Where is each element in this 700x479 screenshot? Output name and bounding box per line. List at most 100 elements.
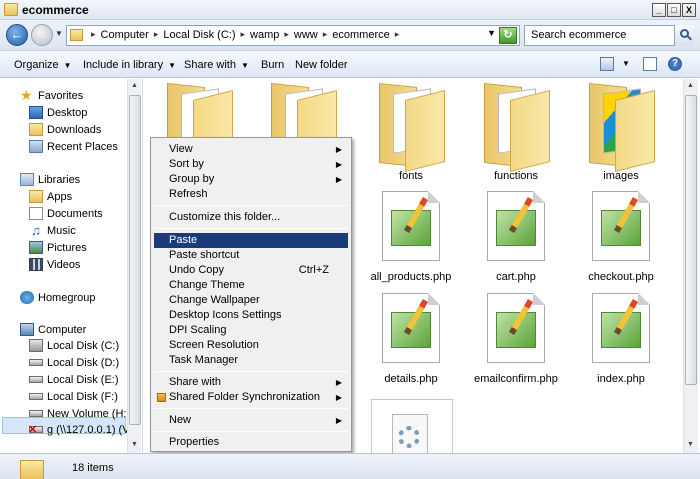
file-item-cart[interactable]: cart.php — [466, 189, 566, 287]
menu-item-customize[interactable]: Customize this folder... — [154, 210, 348, 225]
search-input[interactable]: Search ecommerce — [524, 25, 694, 46]
navigation-scrollbar[interactable]: ▲ ▼ — [127, 79, 141, 453]
folder-item-label: functions — [493, 170, 539, 182]
file-item-index[interactable]: index.php — [571, 291, 671, 389]
chevron-right-icon[interactable]: ▸ — [154, 29, 159, 41]
help-icon[interactable]: ? — [668, 57, 682, 71]
breadcrumb: ▸ Computer ▸ Local Disk (C:) ▸ wamp ▸ ww… — [89, 29, 401, 41]
recent-pages-dropdown[interactable]: ▼ — [55, 29, 63, 38]
nav-drive-d-label: Local Disk (D:) — [47, 357, 120, 369]
address-field[interactable]: ▸ Computer ▸ Local Disk (C:) ▸ wamp ▸ ww… — [66, 25, 520, 46]
file-item-label: cart.php — [496, 271, 536, 283]
folder-icon — [29, 190, 43, 203]
menu-item-undo-copy[interactable]: Undo Copy Ctrl+Z — [154, 263, 348, 278]
desktop-icon — [29, 106, 43, 119]
refresh-icon[interactable]: ↻ — [499, 27, 517, 44]
chevron-right-icon: ▶ — [335, 175, 342, 184]
change-view-icon[interactable] — [600, 57, 614, 71]
scrollbar-thumb[interactable] — [685, 95, 697, 385]
menu-item-paste[interactable]: Paste — [154, 233, 348, 248]
scroll-down-icon[interactable]: ▼ — [131, 441, 138, 448]
menu-item-change-theme[interactable]: Change Theme — [154, 278, 348, 293]
folder-item-images[interactable]: images — [571, 83, 671, 183]
menu-item-new[interactable]: New ▶ — [154, 413, 348, 428]
php-file-icon — [592, 293, 650, 363]
chevron-down-icon: ▼ — [168, 61, 177, 70]
folder-item-fonts[interactable]: fonts — [361, 83, 461, 183]
preview-pane-icon[interactable] — [643, 57, 657, 71]
drive-icon — [29, 359, 43, 366]
menu-divider — [154, 408, 348, 409]
menu-item-sort-by[interactable]: Sort by ▶ — [154, 157, 348, 172]
menu-item-change-wallpaper[interactable]: Change Wallpaper — [154, 293, 348, 308]
menu-item-group-by[interactable]: Group by ▶ — [154, 172, 348, 187]
disconnected-drive-icon: ✕ — [28, 424, 43, 436]
file-item-checkout[interactable]: checkout.php — [571, 189, 671, 287]
window-title: ecommerce — [22, 3, 89, 17]
chevron-right-icon[interactable]: ▸ — [395, 29, 400, 41]
nav-recent-places-label: Recent Places — [47, 141, 118, 153]
config-file-icon[interactable] — [371, 399, 453, 458]
forward-button[interactable]: → — [31, 24, 53, 46]
new-folder-button[interactable]: New folder — [295, 59, 348, 71]
menu-item-share-with[interactable]: Share with ▶ — [154, 375, 348, 390]
nav-libraries-label: Libraries — [38, 174, 81, 186]
menu-item-view[interactable]: View ▶ — [154, 142, 348, 157]
menu-item-properties[interactable]: Properties — [154, 435, 348, 450]
chevron-right-icon[interactable]: ▸ — [91, 29, 96, 41]
chevron-right-icon[interactable]: ▸ — [323, 29, 328, 41]
menu-item-task-manager[interactable]: Task Manager — [154, 353, 348, 368]
menu-item-label: Sort by — [169, 158, 204, 170]
breadcrumb-computer[interactable]: Computer — [101, 29, 149, 41]
content-scrollbar[interactable]: ▲ ▼ — [683, 79, 698, 453]
close-button[interactable]: X — [682, 3, 696, 17]
breadcrumb-local-disk-c[interactable]: Local Disk (C:) — [163, 29, 235, 41]
back-button[interactable]: ← — [6, 24, 28, 46]
php-file-icon — [382, 293, 440, 363]
chevron-right-icon[interactable]: ▸ — [284, 29, 289, 41]
address-history-dropdown[interactable]: ▼ — [487, 28, 496, 38]
breadcrumb-ecommerce[interactable]: ecommerce — [332, 29, 389, 41]
view-options-dropdown[interactable]: ▼ — [622, 59, 630, 68]
breadcrumb-wamp[interactable]: wamp — [250, 29, 279, 41]
navigation-pane: ★ Favorites Desktop Downloads Recent Pla… — [0, 79, 143, 453]
command-bar: Organize ▼ Include in library ▼ Share with… — [0, 50, 700, 78]
file-item-label: details.php — [384, 373, 438, 385]
folder-icon — [589, 83, 659, 172]
menu-item-label: View — [169, 143, 193, 155]
breadcrumb-www[interactable]: www — [294, 29, 318, 41]
search-icon[interactable] — [674, 25, 694, 46]
scrollbar-thumb[interactable] — [129, 95, 141, 425]
menu-divider — [154, 431, 348, 432]
maximize-button[interactable]: □ — [667, 3, 681, 17]
menu-item-screen-resolution[interactable]: Screen Resolution — [154, 338, 348, 353]
menu-item-refresh[interactable]: Refresh — [154, 187, 348, 202]
drive-icon — [29, 376, 43, 383]
address-bar: ← → ▼ ▸ Computer ▸ Local Disk (C:) ▸ wam… — [0, 20, 700, 50]
include-in-library-button[interactable]: Include in library ▼ — [83, 59, 176, 71]
file-item-emailconfirm[interactable]: emailconfirm.php — [466, 291, 566, 389]
context-menu: View ▶ Sort by ▶ Group by ▶ Refresh Customi… — [150, 137, 352, 452]
minimize-button[interactable]: _ — [652, 3, 666, 17]
folder-item-functions[interactable]: functions — [466, 83, 566, 183]
menu-item-label: Undo Copy — [169, 264, 225, 276]
burn-button[interactable]: Burn — [261, 59, 284, 71]
scroll-down-icon[interactable]: ▼ — [687, 441, 694, 448]
chevron-down-icon: ▼ — [63, 61, 72, 70]
file-item-label: index.php — [597, 373, 645, 385]
share-with-button[interactable]: Share with ▼ — [184, 59, 249, 71]
chevron-right-icon[interactable]: ▸ — [240, 29, 245, 41]
file-item-details[interactable]: details.php — [361, 291, 461, 389]
menu-item-dpi-scaling[interactable]: DPI Scaling — [154, 323, 348, 338]
organize-button[interactable]: Organize ▼ — [14, 59, 72, 71]
menu-item-desktop-icons-settings[interactable]: Desktop Icons Settings — [154, 308, 348, 323]
nav-apps-label: Apps — [47, 191, 73, 203]
menu-item-shared-folder-sync[interactable]: Shared Folder Synchronization ▶ — [154, 390, 348, 405]
scroll-up-icon[interactable]: ▲ — [131, 82, 138, 89]
menu-item-paste-shortcut[interactable]: Paste shortcut — [154, 248, 348, 263]
file-item-all-products[interactable]: all_products.php — [361, 189, 461, 287]
folder-icon — [379, 83, 449, 172]
scroll-up-icon[interactable]: ▲ — [687, 82, 694, 89]
videos-icon — [29, 258, 43, 271]
folder-icon — [20, 460, 44, 479]
